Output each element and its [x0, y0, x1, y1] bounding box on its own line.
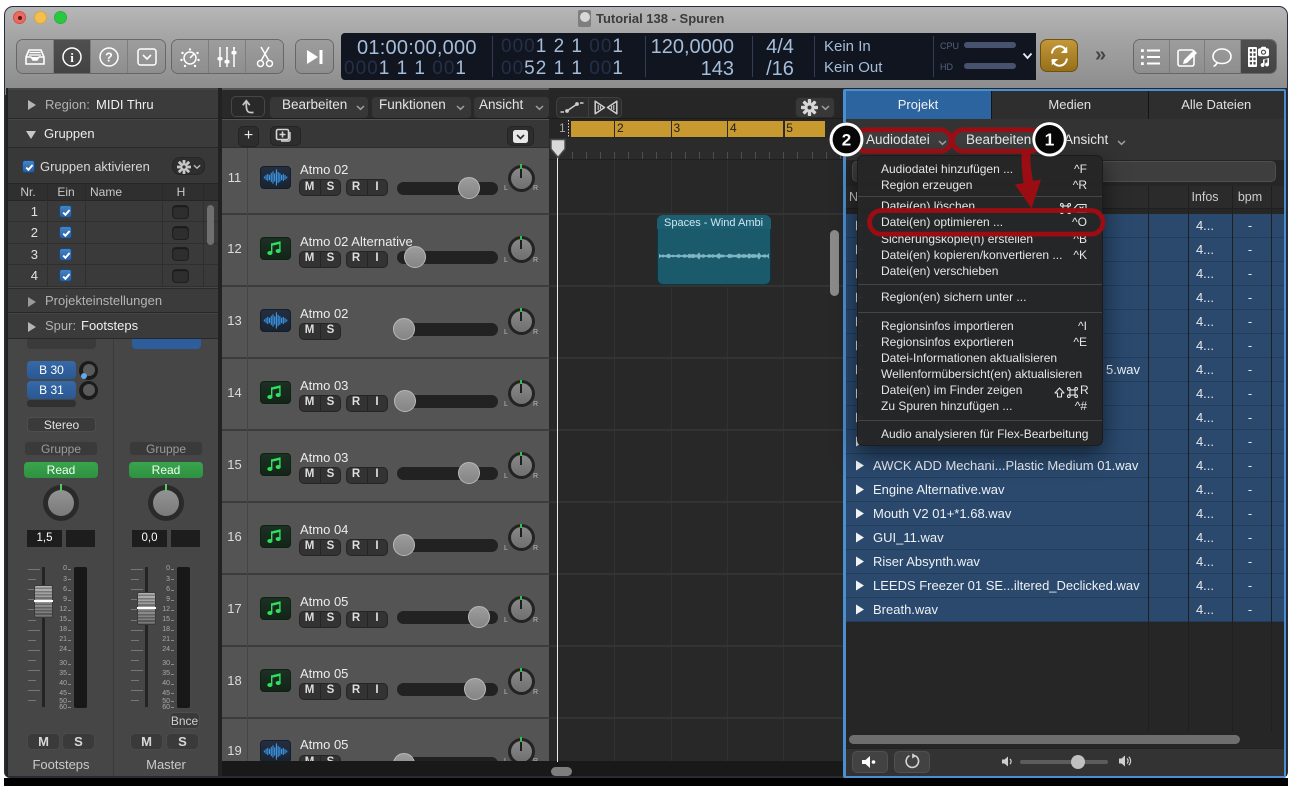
svg-text:2: 2	[842, 131, 851, 150]
svg-text:1: 1	[1045, 130, 1055, 150]
